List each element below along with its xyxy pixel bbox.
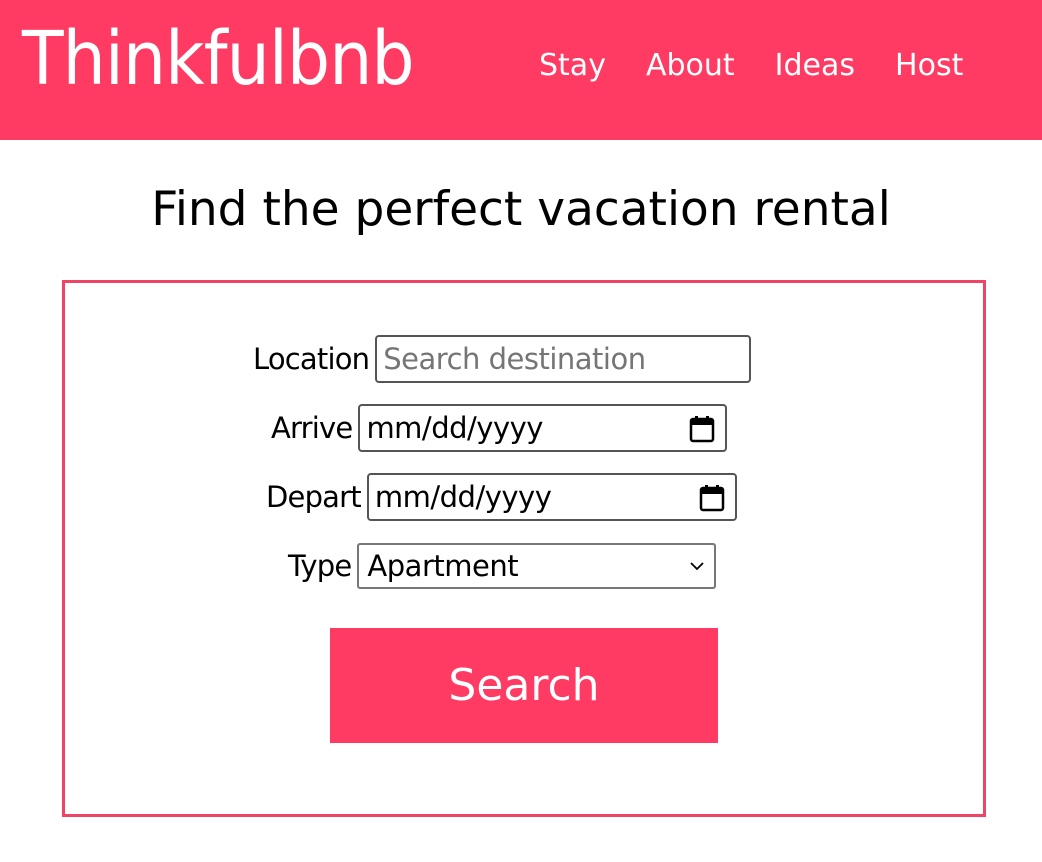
location-input[interactable] (383, 342, 750, 376)
depart-date-value: mm/dd/yyyy (374, 480, 552, 514)
location-field-wrapper (375, 335, 752, 383)
arrive-date-input[interactable]: mm/dd/yyyy (358, 404, 728, 452)
nav-link-ideas[interactable]: Ideas (775, 44, 855, 88)
chevron-down-icon (690, 562, 705, 571)
nav-link-host[interactable]: Host (895, 44, 963, 88)
nav-link-about[interactable]: About (646, 44, 735, 88)
location-label: Location (253, 342, 370, 376)
calendar-icon[interactable] (699, 484, 725, 512)
arrive-date-value: mm/dd/yyyy (366, 411, 543, 445)
location-row: Location (253, 335, 752, 383)
depart-label: Depart (266, 480, 362, 514)
site-logo[interactable]: Thinkfulbnb (22, 14, 415, 104)
type-select[interactable]: Apartment (357, 543, 717, 589)
type-label: Type (288, 549, 352, 583)
nav-link-stay[interactable]: Stay (539, 44, 606, 88)
calendar-icon[interactable] (689, 415, 715, 443)
depart-row: Depart mm/dd/yyyy (266, 473, 737, 521)
arrive-row: Arrive mm/dd/yyyy (271, 404, 728, 452)
type-row: Type Apartment (288, 542, 717, 590)
search-button[interactable]: Search (330, 628, 718, 743)
top-nav-bar: Thinkfulbnb Stay About Ideas Host (0, 0, 1042, 140)
main-nav: Stay About Ideas Host (539, 44, 1003, 88)
type-selected-value: Apartment (367, 549, 519, 583)
depart-date-input[interactable]: mm/dd/yyyy (366, 473, 737, 521)
arrive-label: Arrive (271, 411, 353, 445)
page-title: Find the perfect vacation rental (151, 182, 891, 237)
